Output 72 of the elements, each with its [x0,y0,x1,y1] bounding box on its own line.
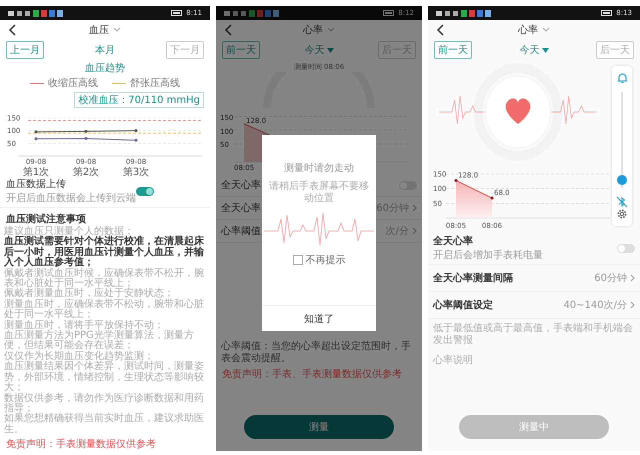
point [34,137,38,140]
slider-thumb[interactable] [617,175,627,186]
bell-icon[interactable] [616,72,628,84]
setting-label: 心率阈值 [221,224,261,238]
note-line: 血压测量结果因个体差异，测试时间，测量姿势，外部环境，情绪控制，生理状态等影响较大； [4,362,205,394]
note-line: 仅仅作为长期血压变化趋势监测； [4,352,154,362]
dropdown-triangle-icon[interactable] [542,48,548,52]
setting-label: 全天心率 [433,234,474,248]
note-line: 测量血压时，应确保表带不松动，腕带和心脏处于同一水平线上； [4,300,205,320]
chevron-down-icon[interactable] [113,27,121,33]
point [134,138,138,142]
battery-icon [601,10,614,16]
previous-button[interactable]: 前一天 [434,41,472,59]
screen-title[interactable]: 心率 [518,23,538,37]
point [34,130,38,134]
chevron-down-icon[interactable] [327,27,335,33]
note-line: 血压测量方法为PPG光学测量算法，测量方便，但结果可能会存在误差； [4,331,195,352]
setting-label: 全天心率 [221,178,261,192]
previous-button[interactable]: 上一月 [6,41,44,59]
period-label[interactable]: 今天 [520,43,540,57]
checkbox-label: 不再提示 [306,254,346,267]
back-icon[interactable] [8,24,16,36]
section-title: 心率说明 [432,354,474,368]
chevron-right-icon[interactable] [630,301,635,309]
previous-button[interactable]: 前一天 [222,41,260,59]
battery-icon [383,10,396,16]
battery-icon [171,10,184,16]
chevron-right-icon[interactable] [412,227,417,235]
chevron-right-icon[interactable] [412,204,417,212]
point [84,130,88,133]
session-label: 第1次 [22,167,50,177]
disclaimer-text: 免责声明：手表测量数据仅供参考 [5,438,157,451]
setting-label: 心率阈值设定 [433,298,493,312]
toggle-switch[interactable] [617,244,635,252]
note-line: 建议血压只测量个人的数据； [4,227,134,237]
chevron-right-icon[interactable] [630,274,635,282]
back-icon[interactable] [436,24,444,36]
dropdown-triangle-icon[interactable] [326,48,334,52]
note-line: 血压测试需要针对个体进行校准，在清晨起床后一小时，用医用血压计测量个人血压，并输入个人血压参考值； [4,237,205,268]
setting-label: 血压数据上传 [6,178,67,191]
setting-value: 40~140次/分 [563,299,627,312]
chart-title: 血压趋势 [84,62,126,75]
setting-description: 开启后血压数据会上传到云端 [6,192,136,205]
legend-label: 收缩压高线 [48,76,98,90]
legend-label: 舒张压高线 [130,76,180,90]
setting-label: 全天心率 [221,202,261,215]
settings-icon[interactable] [616,208,628,220]
dialog-title: 测量时请勿走动 [284,162,354,175]
screen-title[interactable]: 心率 [303,23,323,37]
setting-value: 60分钟 [594,272,627,285]
session-label: 第2次 [72,167,100,177]
chevron-down-icon[interactable] [542,27,550,33]
description-text: 心率阈值：当您的心率超出设定范围时，手表会震动提醒。 [220,341,412,365]
point [134,129,138,132]
session-label: 第3次 [122,167,150,177]
period-label[interactable]: 本月 [95,43,115,57]
checkbox[interactable] [292,255,302,265]
notes-title: 血压测试注意事项 [5,212,87,226]
note-line: 测量血压时，请将手平放保持不动； [4,320,164,331]
alert-note: 低于最低值或高于最高值，手表端和手机端会发出警报 [432,322,634,348]
setting-description: 开启后会增加手表耗电量 [433,248,543,262]
period-label[interactable]: 今天 [304,43,324,57]
note-line: 数据仅供参考，请勿作为医疗诊断数据和用药指导； [4,394,205,414]
note-line: 如果您想精确获得当前实时血压，建议求助医生。 [4,414,205,436]
dialog-message: 请稍后手表屏幕不要移动位置 [268,181,370,205]
note-line: 佩戴者测量血压时，应处于安静状态； [4,289,174,300]
calibration-badge: 校准血压：70/110 mmHg [74,92,204,108]
setting-label: 全天心率测量间隔 [433,271,513,285]
disclaimer-text: 免责声明：手表、手表测量数据仅供参考 [221,368,403,382]
measure-button[interactable]: 测量 [244,415,394,439]
screen-title[interactable]: 血压 [89,23,109,37]
upload-toggle[interactable] [136,186,154,196]
